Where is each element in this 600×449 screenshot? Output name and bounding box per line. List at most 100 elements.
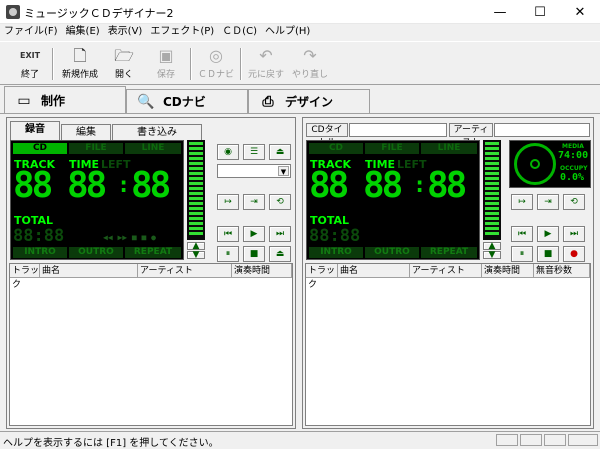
exit-button[interactable]: EXIT 終了	[8, 42, 52, 86]
save-button[interactable]: ▣ 保存	[144, 42, 188, 86]
column-header-duration[interactable]: 演奏時間	[482, 264, 534, 278]
track-digits: 88	[309, 165, 349, 206]
track-list: トラック 曲名 アーティスト 演奏時間	[9, 263, 293, 426]
prev-track-icon[interactable]: ⏮	[511, 226, 533, 242]
prev-track-icon[interactable]: ⏮	[217, 226, 239, 242]
status-bar: ヘルプを表示するには [F1] を押してください。	[0, 431, 600, 449]
meter-segment	[189, 142, 203, 145]
meter-segment	[485, 147, 499, 150]
column-header-artist[interactable]: アーティスト	[138, 264, 232, 278]
menu-cd[interactable]: ＣＤ(C)	[218, 24, 261, 40]
next-track-icon[interactable]: ⏭	[269, 226, 291, 242]
pause-icon[interactable]: ⏸	[217, 246, 239, 262]
column-header-track[interactable]: トラック	[10, 264, 40, 290]
meter-segment	[189, 167, 203, 170]
select-start-icon[interactable]: ↦	[511, 194, 533, 210]
loop-icon[interactable]: ⟲	[269, 194, 291, 210]
tab-cdnavi[interactable]: 🔍 CDナビ	[126, 89, 248, 113]
intro-button[interactable]: INTRO	[13, 247, 67, 258]
list-icon[interactable]: ☰	[243, 144, 265, 160]
toolbar: EXIT 終了 🗋 新規作成 🗁 開く ▣ 保存 ◎ ＣＤナビ ↶ 元に戻す ↷…	[0, 41, 600, 85]
stop-icon[interactable]: ■	[537, 246, 559, 262]
column-header-title[interactable]: 曲名	[338, 264, 410, 278]
source-cd[interactable]: CD	[309, 143, 363, 154]
meter-segment	[189, 207, 203, 210]
record-icon[interactable]: ●	[563, 246, 585, 262]
undo-button[interactable]: ↶ 元に戻す	[244, 42, 288, 86]
cd-title-input[interactable]	[349, 123, 447, 137]
undo-icon: ↶	[259, 46, 273, 65]
meter-up-button[interactable]: ▲	[483, 242, 501, 251]
column-header-duration[interactable]: 演奏時間	[232, 264, 292, 278]
meter-segment	[485, 207, 499, 210]
menu-edit[interactable]: 編集(E)	[62, 24, 104, 40]
meter-down-button[interactable]: ▼	[187, 251, 205, 260]
artist-input[interactable]	[494, 123, 590, 137]
repeat-button[interactable]: REPEAT	[125, 247, 181, 258]
minimize-button[interactable]: —	[480, 0, 520, 24]
stop-icon[interactable]: ■	[243, 246, 265, 262]
column-header-artist[interactable]: アーティスト	[410, 264, 482, 278]
maximize-button[interactable]: ☐	[520, 0, 560, 24]
redo-button[interactable]: ↷ やり直し	[288, 42, 332, 86]
select-start-icon[interactable]: ↦	[217, 194, 239, 210]
outro-button[interactable]: OUTRO	[69, 247, 123, 258]
play-icon[interactable]: ▶	[537, 226, 559, 242]
meter-segment	[189, 182, 203, 185]
new-button[interactable]: 🗋 新規作成	[58, 42, 102, 86]
status-cell	[496, 434, 518, 446]
select-end-icon[interactable]: ⇥	[537, 194, 559, 210]
media-time: 74:00	[558, 150, 589, 161]
tab-record[interactable]: 録音	[10, 121, 60, 141]
source-cd[interactable]: CD	[13, 143, 67, 154]
menu-help[interactable]: ヘルプ(H)	[261, 24, 314, 40]
outro-button[interactable]: OUTRO	[365, 247, 419, 258]
lcd-display: CD FILE LINE TRACK TIME LEFT 88 88 : 88 …	[306, 140, 480, 260]
tab-write[interactable]: 書き込み	[112, 124, 202, 140]
column-header-title[interactable]: 曲名	[40, 264, 138, 278]
source-line[interactable]: LINE	[125, 143, 181, 154]
meter-segment	[189, 217, 203, 220]
meter-up-button[interactable]: ▲	[187, 242, 205, 251]
disc-hub	[530, 159, 540, 169]
save-label: 保存	[156, 70, 175, 80]
repeat-button[interactable]: REPEAT	[421, 247, 477, 258]
next-track-icon[interactable]: ⏭	[563, 226, 585, 242]
loop-icon[interactable]: ⟲	[563, 194, 585, 210]
intro-button[interactable]: INTRO	[309, 247, 363, 258]
meter-segment	[485, 167, 499, 170]
meter-segment	[189, 162, 203, 165]
cd-drive-icon[interactable]: ◉	[217, 144, 239, 160]
drive-select[interactable]: ▼	[217, 164, 291, 178]
new-label: 新規作成	[61, 70, 98, 80]
column-header-track[interactable]: トラック	[306, 264, 338, 290]
tab-underline	[0, 113, 600, 114]
select-end-icon[interactable]: ⇥	[243, 194, 265, 210]
magnifier-cd-icon: 🔍	[137, 93, 155, 110]
menu-view[interactable]: 表示(V)	[104, 24, 147, 40]
menu-file[interactable]: ファイル(F)	[0, 24, 62, 40]
pause-icon[interactable]: ⏸	[511, 246, 533, 262]
source-line[interactable]: LINE	[421, 143, 477, 154]
chevron-down-icon: ▼	[278, 166, 289, 176]
tab-edit[interactable]: 編集	[61, 124, 111, 140]
close-button[interactable]: ✕	[560, 0, 600, 24]
source-file[interactable]: FILE	[365, 143, 419, 154]
meter-segment	[485, 202, 499, 205]
tab-production[interactable]: ▭ 制作	[4, 86, 126, 114]
menu-effect[interactable]: エフェクト(P)	[146, 24, 218, 40]
eject-icon[interactable]: ⏏	[269, 246, 291, 262]
recording-panel: 録音 編集 書き込み CD FILE LINE TRACK TIME LEFT …	[6, 117, 296, 429]
play-icon[interactable]: ▶	[243, 226, 265, 242]
toolbar-separator	[190, 48, 192, 80]
source-file[interactable]: FILE	[69, 143, 123, 154]
eject-drive-icon[interactable]: ⏏	[269, 144, 291, 160]
meter-segment	[485, 222, 499, 225]
cdnavi-button[interactable]: ◎ ＣＤナビ	[194, 42, 238, 86]
meter-down-button[interactable]: ▼	[483, 251, 501, 260]
tab-design[interactable]: ⎙ デザイン	[248, 89, 370, 113]
column-header-silence[interactable]: 無音秒数	[534, 264, 590, 278]
status-cell	[544, 434, 566, 446]
open-button[interactable]: 🗁 開く	[102, 42, 146, 86]
meter-segment	[189, 177, 203, 180]
